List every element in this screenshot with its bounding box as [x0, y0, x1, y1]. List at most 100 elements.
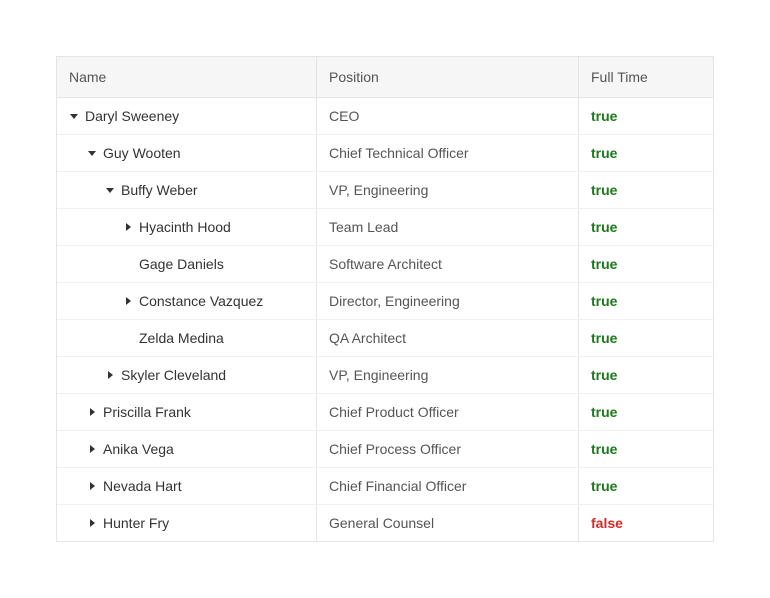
row-position-label: Software Architect: [329, 256, 442, 272]
row-name-label: Anika Vega: [103, 441, 174, 457]
row-position-label: Director, Engineering: [329, 293, 460, 309]
column-header-name[interactable]: Name: [57, 57, 317, 97]
expand-toggle-collapsed-icon[interactable]: [123, 296, 133, 306]
name-cell: Priscilla Frank: [57, 394, 317, 430]
name-cell: Hunter Fry: [57, 505, 317, 541]
row-fulltime-label: true: [591, 182, 617, 198]
name-cell: Guy Wooten: [57, 135, 317, 171]
row-fulltime-label: true: [591, 145, 617, 161]
fulltime-cell: true: [579, 320, 713, 356]
expand-toggle-collapsed-icon[interactable]: [87, 407, 97, 417]
position-cell: Software Architect: [317, 246, 579, 282]
fulltime-cell: true: [579, 431, 713, 467]
row-name-label: Skyler Cleveland: [121, 367, 226, 383]
expand-toggle-collapsed-icon[interactable]: [105, 370, 115, 380]
position-cell: Chief Product Officer: [317, 394, 579, 430]
row-fulltime-label: true: [591, 478, 617, 494]
position-cell: VP, Engineering: [317, 172, 579, 208]
fulltime-cell: false: [579, 505, 713, 541]
name-cell: Buffy Weber: [57, 172, 317, 208]
tree-row[interactable]: Skyler Cleveland VP, Engineering true: [57, 357, 713, 394]
row-position-label: QA Architect: [329, 330, 406, 346]
column-header-label: Position: [329, 69, 379, 85]
row-name-label: Hyacinth Hood: [139, 219, 231, 235]
name-cell: Skyler Cleveland: [57, 357, 317, 393]
grid-body: Daryl Sweeney CEO true Guy Wooten Chief Tech…: [57, 98, 713, 541]
tree-row[interactable]: Buffy Weber VP, Engineering true: [57, 172, 713, 209]
row-name-label: Hunter Fry: [103, 515, 169, 531]
row-position-label: VP, Engineering: [329, 367, 428, 383]
row-position-label: Chief Product Officer: [329, 404, 459, 420]
row-name-label: Guy Wooten: [103, 145, 181, 161]
name-cell: Hyacinth Hood: [57, 209, 317, 245]
indent-spacer: [69, 153, 87, 154]
column-header-fulltime[interactable]: Full Time: [579, 57, 713, 97]
expand-toggle-collapsed-icon[interactable]: [87, 481, 97, 491]
position-cell: Chief Financial Officer: [317, 468, 579, 504]
tree-row[interactable]: Daryl Sweeney CEO true: [57, 98, 713, 135]
indent-spacer: [69, 375, 105, 376]
position-cell: Team Lead: [317, 209, 579, 245]
row-fulltime-label: true: [591, 404, 617, 420]
position-cell: General Counsel: [317, 505, 579, 541]
row-fulltime-label: true: [591, 367, 617, 383]
indent-spacer: [69, 412, 87, 413]
tree-row[interactable]: Guy Wooten Chief Technical Officer true: [57, 135, 713, 172]
row-fulltime-label: true: [591, 293, 617, 309]
row-fulltime-label: true: [591, 108, 617, 124]
indent-spacer: [69, 190, 105, 191]
name-cell: Daryl Sweeney: [57, 98, 317, 134]
fulltime-cell: true: [579, 468, 713, 504]
column-header-label: Full Time: [591, 69, 648, 85]
tree-row[interactable]: Nevada Hart Chief Financial Officer true: [57, 468, 713, 505]
indent-spacer: [69, 338, 123, 339]
fulltime-cell: true: [579, 283, 713, 319]
expand-toggle-expanded-icon[interactable]: [87, 148, 97, 158]
expand-toggle-collapsed-icon[interactable]: [87, 518, 97, 528]
indent-spacer: [69, 227, 123, 228]
position-cell: CEO: [317, 98, 579, 134]
name-cell: Gage Daniels: [57, 246, 317, 282]
tree-row[interactable]: Hunter Fry General Counsel false: [57, 505, 713, 541]
indent-spacer: [69, 523, 87, 524]
expand-toggle-expanded-icon[interactable]: [69, 111, 79, 121]
row-name-label: Nevada Hart: [103, 478, 182, 494]
name-cell: Constance Vazquez: [57, 283, 317, 319]
column-header-label: Name: [69, 69, 106, 85]
fulltime-cell: true: [579, 246, 713, 282]
fulltime-cell: true: [579, 394, 713, 430]
row-name-label: Zelda Medina: [139, 330, 224, 346]
tree-row[interactable]: Priscilla Frank Chief Product Officer true: [57, 394, 713, 431]
tree-row[interactable]: Anika Vega Chief Process Officertrue: [57, 431, 713, 468]
row-name-label: Daryl Sweeney: [85, 108, 179, 124]
row-name-label: Constance Vazquez: [139, 293, 263, 309]
tree-row[interactable]: Zelda Medina QA Architect true: [57, 320, 713, 357]
row-position-label: Team Lead: [329, 219, 398, 235]
indent-spacer: [69, 449, 87, 450]
tree-row[interactable]: Constance Vazquez Director, Engineering tr…: [57, 283, 713, 320]
name-cell: Anika Vega: [57, 431, 317, 467]
row-position-label: VP, Engineering: [329, 182, 428, 198]
row-name-label: Buffy Weber: [121, 182, 198, 198]
row-fulltime-label: true: [591, 330, 617, 346]
expand-toggle-expanded-icon[interactable]: [105, 185, 115, 195]
expand-toggle-collapsed-icon[interactable]: [87, 444, 97, 454]
fulltime-cell: true: [579, 209, 713, 245]
row-fulltime-label: false: [591, 515, 623, 531]
header-row: Name Position Full Time: [57, 57, 713, 98]
column-header-position[interactable]: Position: [317, 57, 579, 97]
position-cell: Chief Process Officer: [317, 431, 579, 467]
indent-spacer: [69, 301, 123, 302]
row-position-label: Chief Financial Officer: [329, 478, 466, 494]
tree-grid: Name Position Full Time Daryl Sweeney CEO…: [56, 56, 714, 542]
expand-toggle-collapsed-icon[interactable]: [123, 222, 133, 232]
row-name-label: Priscilla Frank: [103, 404, 191, 420]
tree-row[interactable]: Hyacinth Hood Team Lead true: [57, 209, 713, 246]
tree-row[interactable]: Gage Daniels Software Architect true: [57, 246, 713, 283]
fulltime-cell: true: [579, 172, 713, 208]
fulltime-cell: true: [579, 98, 713, 134]
row-position-label: Chief Technical Officer: [329, 145, 469, 161]
indent-spacer: [69, 264, 123, 265]
name-cell: Zelda Medina: [57, 320, 317, 356]
row-position-label: CEO: [329, 108, 359, 124]
